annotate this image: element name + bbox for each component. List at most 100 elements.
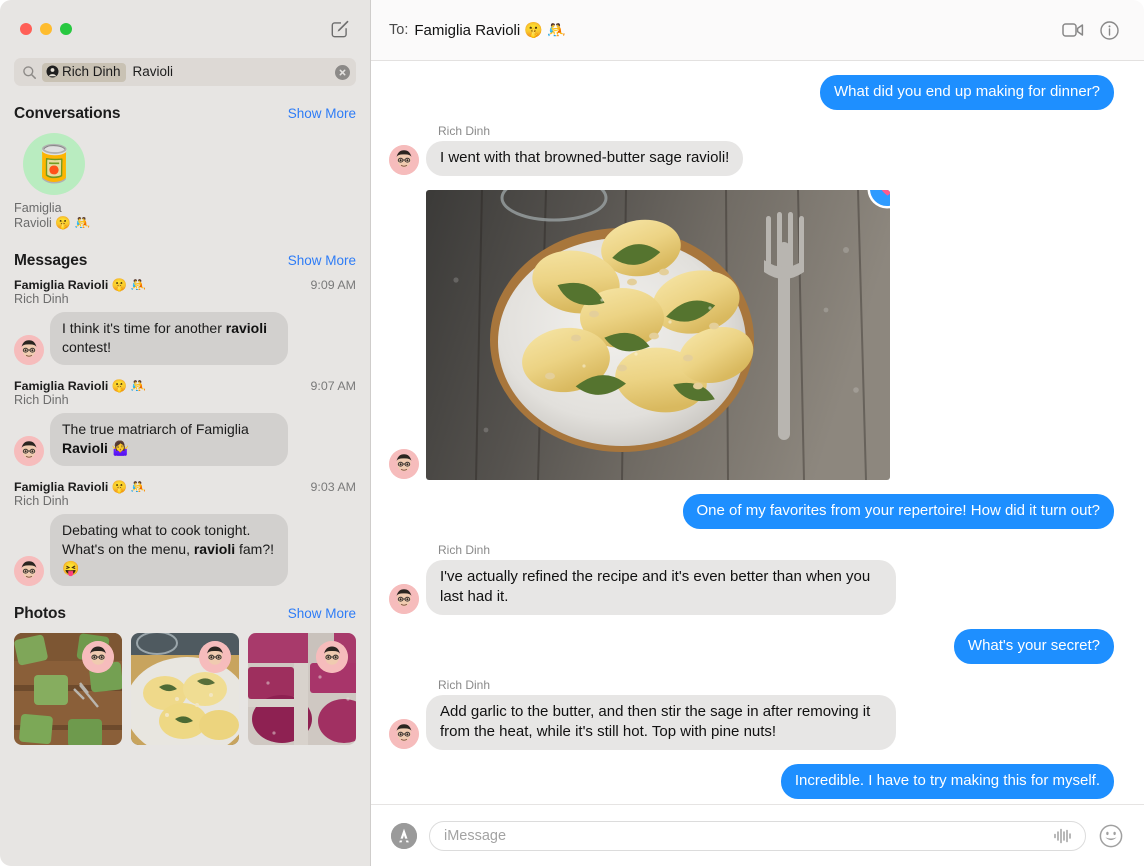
messages-show-more[interactable]: Show More [288,253,356,268]
message-bubble-outgoing[interactable]: Incredible. I have to try making this fo… [780,764,1114,799]
search-container: Rich Dinh Ravioli [0,58,370,98]
incoming-message-column: Rich Dinh I went with that browned-butte… [426,124,744,176]
close-window-button[interactable] [20,23,32,35]
message-result-meta: Famiglia Ravioli 🤫 🤼 9:03 AM [14,480,356,495]
preview-text-before: The true matriarch of Famiglia [62,421,249,437]
memoji-icon [389,449,419,479]
search-results-list: Conversations Show More 🥫 Famiglia Ravio… [0,98,370,866]
photo-message-attachment[interactable] [426,190,890,480]
imessage-input[interactable]: iMessage [429,820,1086,851]
photos-title: Photos [14,605,66,622]
avatar [389,584,419,614]
preview-highlight: ravioli [193,541,236,557]
conversations-title: Conversations [14,105,121,122]
message-bubble-incoming[interactable]: Add garlic to the butter, and then stir … [426,695,896,750]
emoji-smiley-icon [1099,824,1123,847]
message-result-preview: The true matriarch of Famiglia Ravioli 🤷… [14,413,356,466]
conversation-result-famiglia-ravioli[interactable]: 🥫 Famiglia Ravioli 🤫 🤼 [14,133,122,231]
search-icon [22,65,37,80]
recipient-name[interactable]: Famiglia Ravioli 🤫 🤼 [414,21,566,39]
preview-highlight: Ravioli [62,440,108,456]
heart-icon [881,190,890,196]
photo-sender-badge [316,641,348,673]
memoji-icon [82,641,114,673]
contact-circle-icon [46,65,59,78]
clear-search-button[interactable] [335,64,350,80]
message-bubble-incoming[interactable]: I've actually refined the recipe and it'… [426,560,896,615]
message-result-0[interactable]: Famiglia Ravioli 🤫 🤼 9:09 AM Rich Dinh I… [0,276,370,377]
minimize-window-button[interactable] [40,23,52,35]
message-row-incoming: Rich Dinh I went with that browned-butte… [389,124,1114,176]
message-thread[interactable]: What did you end up making for dinner? R… [371,61,1144,804]
avatar [389,449,419,479]
details-info-button[interactable] [1094,15,1124,45]
window-titlebar [0,0,370,58]
messages-section-header: Messages Show More [0,245,370,276]
maximize-window-button[interactable] [60,23,72,35]
message-row-photo [389,190,1114,480]
message-sender-name: Rich Dinh [438,543,491,557]
search-token-label: Rich Dinh [62,63,121,79]
sidebar: Rich Dinh Ravioli Conversations Show Mor… [0,0,371,866]
video-camera-icon [1062,23,1084,37]
search-query-text: Ravioli [132,64,174,79]
audio-message-button[interactable] [1053,827,1073,845]
conversations-show-more[interactable]: Show More [288,106,356,121]
conversation-avatar: 🥫 [23,133,85,195]
message-result-time: 9:03 AM [310,480,356,494]
message-result-sender: Rich Dinh [14,494,69,508]
avatar [14,335,44,365]
messages-title: Messages [14,252,88,269]
audio-waveform-icon [1054,828,1071,843]
message-bubble-incoming[interactable]: I went with that browned-butter sage rav… [426,141,744,176]
message-row-outgoing: Incredible. I have to try making this fo… [389,764,1114,799]
message-composer: iMessage [371,804,1144,866]
message-result-meta: Famiglia Ravioli 🤫 🤼 9:09 AM [14,278,356,293]
message-row-outgoing: What did you end up making for dinner? [389,75,1114,110]
ravioli-photo-image [426,190,890,480]
message-row-incoming: Rich Dinh I've actually refined the reci… [389,543,1114,615]
avatar [14,436,44,466]
traffic-lights [20,23,72,35]
memoji-icon [316,641,348,673]
preview-text-before: I think it's time for another [62,320,226,336]
emoji-picker-button[interactable] [1098,823,1124,849]
message-result-meta: Famiglia Ravioli 🤫 🤼 9:07 AM [14,379,356,394]
memoji-icon [199,641,231,673]
message-result-time: 9:07 AM [310,379,356,393]
message-sender-name: Rich Dinh [438,678,491,692]
apps-button[interactable] [391,822,417,849]
imessage-placeholder: iMessage [444,827,507,844]
info-circle-icon [1099,20,1119,40]
photos-section-header: Photos Show More [0,598,370,629]
conversation-pane: To: Famiglia Ravioli 🤫 🤼 What did you en… [371,0,1144,866]
message-sender-name: Rich Dinh [438,124,491,138]
message-result-1[interactable]: Famiglia Ravioli 🤫 🤼 9:07 AM Rich Dinh T… [0,377,370,478]
photo-result-1[interactable] [131,633,239,745]
photo-result-2[interactable] [248,633,356,745]
photo-sender-badge [82,641,114,673]
message-result-conversation: Famiglia Ravioli 🤫 🤼 [14,379,147,393]
facetime-button[interactable] [1058,15,1088,45]
conversation-header: To: Famiglia Ravioli 🤫 🤼 [371,0,1144,61]
conversations-results: 🥫 Famiglia Ravioli 🤫 🤼 [0,129,370,245]
app-store-icon [391,822,417,849]
search-token-chip[interactable]: Rich Dinh [42,62,126,82]
search-input[interactable]: Rich Dinh Ravioli [14,58,356,86]
messages-window: Rich Dinh Ravioli Conversations Show Mor… [0,0,1144,866]
message-bubble-outgoing[interactable]: One of my favorites from your repertoire… [682,494,1114,529]
compose-message-button[interactable] [328,17,352,41]
message-result-time: 9:09 AM [310,278,356,292]
clear-circle-icon [339,69,346,75]
preview-text-after: 🤷‍♀️ [107,440,130,456]
message-result-sender: Rich Dinh [14,393,69,407]
conversations-section-header: Conversations Show More [0,98,370,129]
avatar [14,556,44,586]
photo-sender-badge [199,641,231,673]
photo-result-0[interactable] [14,633,122,745]
message-result-2[interactable]: Famiglia Ravioli 🤫 🤼 9:03 AM Rich Dinh D… [0,478,370,598]
message-bubble-outgoing[interactable]: What's your secret? [953,629,1114,664]
photos-show-more[interactable]: Show More [288,606,356,621]
incoming-message-column: Rich Dinh Add garlic to the butter, and … [426,678,896,750]
message-bubble-outgoing[interactable]: What did you end up making for dinner? [820,75,1114,110]
